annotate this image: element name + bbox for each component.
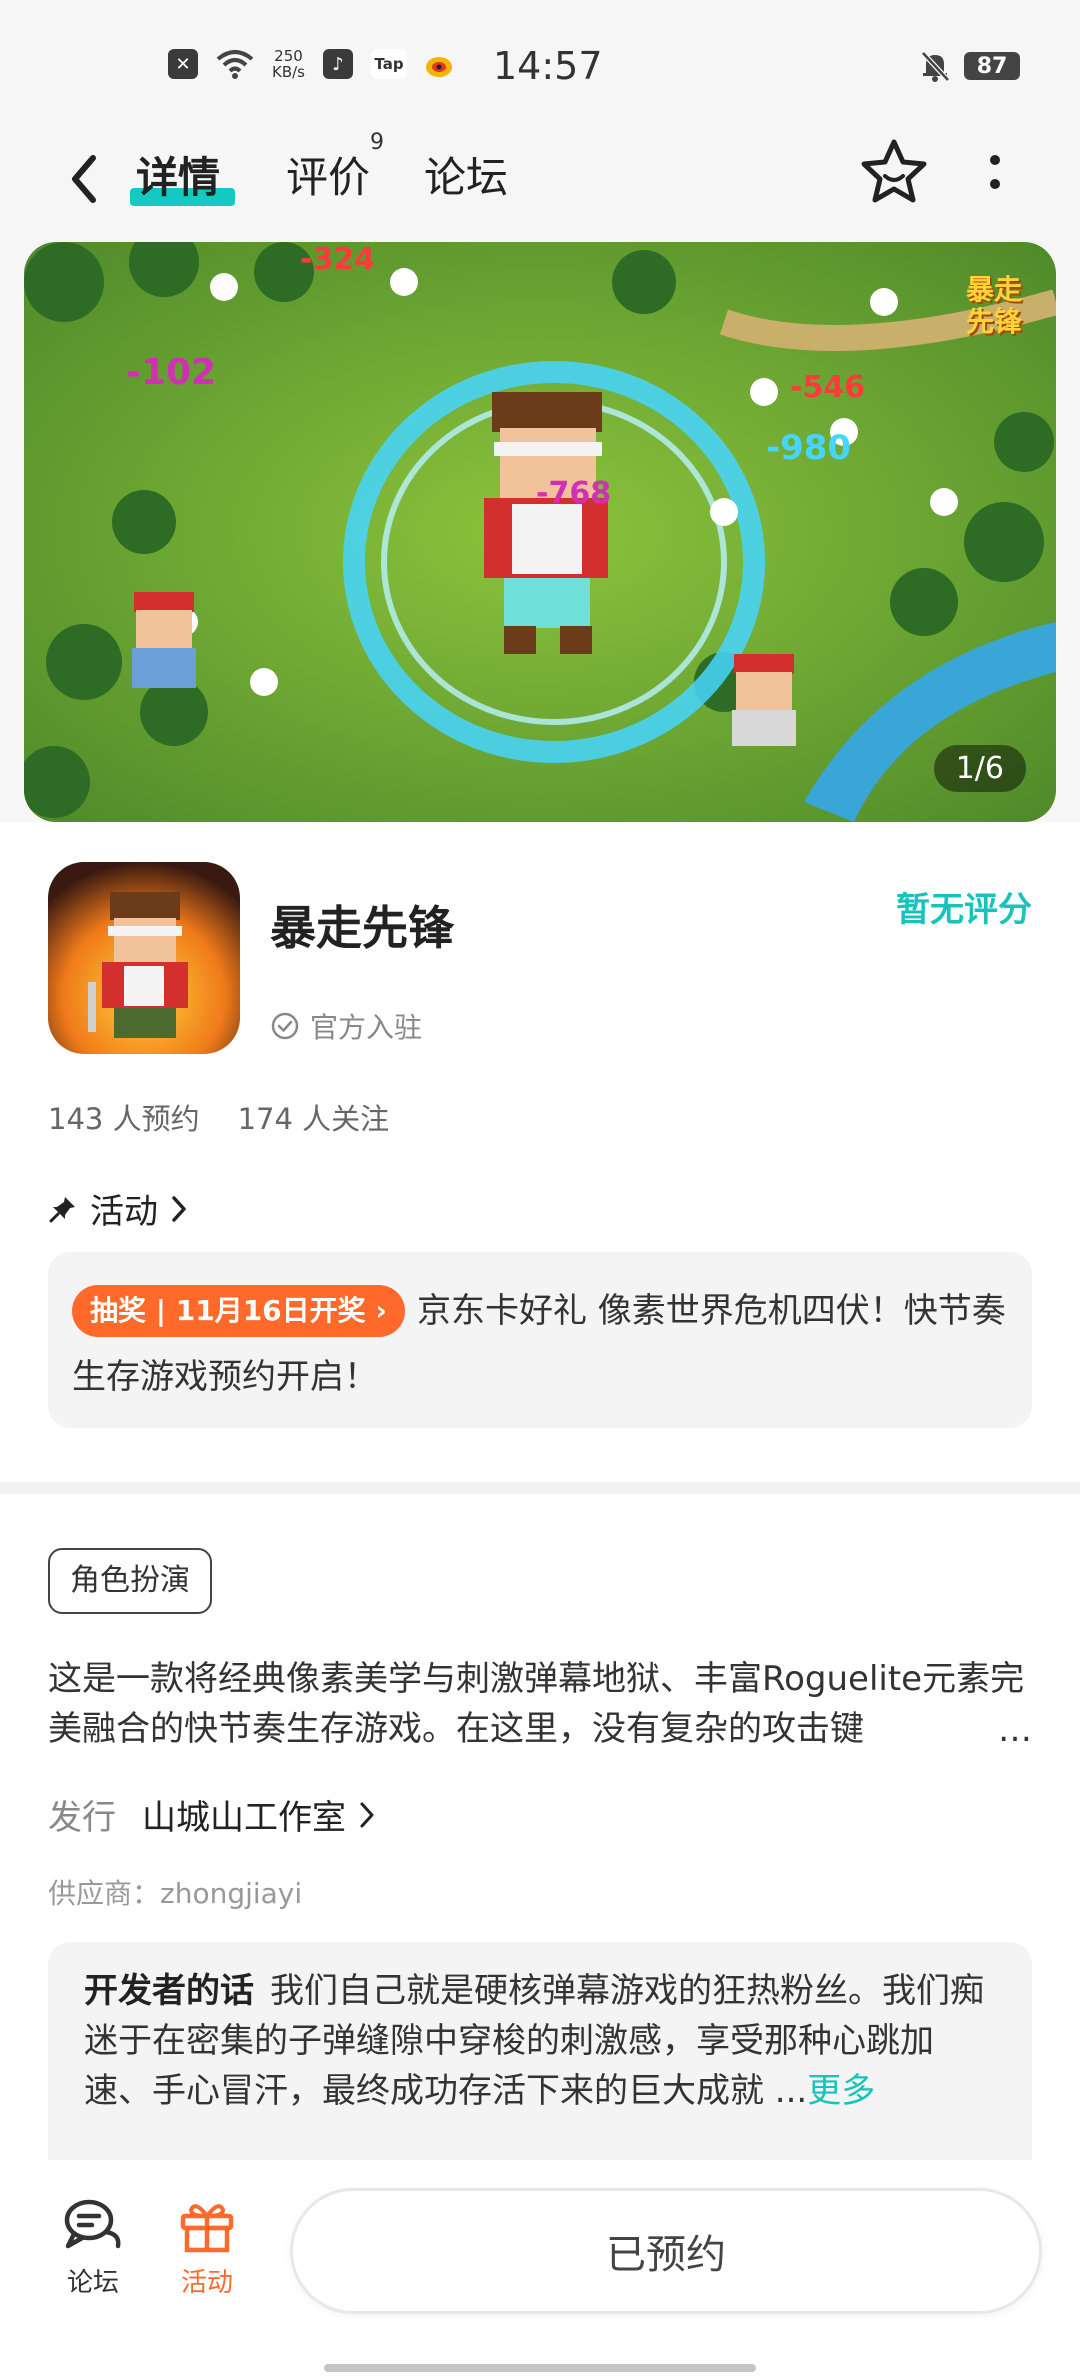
chevron-left-icon: [72, 155, 96, 203]
developer-note-more-link[interactable]: 更多: [807, 2071, 875, 2111]
game-info-section: 暴走先锋 官方入驻 暂无评分 143 人预约 174 人关注 活动 抽奖 | 1…: [0, 822, 1080, 1482]
game-logo-line: 先锋: [965, 305, 1022, 338]
more-dot-icon: [990, 179, 1000, 189]
game-logo-watermark: 暴走 先锋: [966, 274, 1022, 338]
forum-chat-icon: [64, 2199, 121, 2249]
review-count-badge: 9: [370, 130, 385, 155]
official-badge: 官方入驻: [270, 1006, 422, 1046]
activity-heading: 活动: [90, 1192, 158, 1232]
gift-icon: [180, 2204, 234, 2253]
activity-header[interactable]: 活动: [48, 1184, 188, 1233]
game-title: 暴走先锋: [270, 901, 454, 955]
wifi-icon: [216, 50, 254, 79]
game-app-icon: [48, 862, 240, 1054]
home-indicator[interactable]: [324, 2364, 756, 2372]
damage-number: -546: [790, 370, 866, 405]
back-button[interactable]: [58, 144, 110, 214]
status-right: 87: [920, 50, 1020, 82]
network-speed-value: 250: [274, 47, 303, 65]
tab-forum[interactable]: 论坛: [424, 144, 508, 205]
description-section: 角色扮演 这是一款将经典像素美学与刺激弹幕地狱、丰富Roguelite元素完美融…: [0, 1494, 1080, 2204]
bottom-activity-button[interactable]: 活动: [152, 2196, 262, 2299]
game-app-icon-art: [48, 862, 240, 1054]
more-dot-icon: [990, 155, 1000, 165]
tab-reviews-label: 评价: [286, 153, 371, 202]
screenshot-carousel[interactable]: -324 -102 -546 -980 -768 暴走 先锋 1/6: [24, 242, 1056, 822]
game-detail-page: ✕ 250 KB/s ♪ Tap 14:57 87 详情 评价 9 论坛 -32…: [0, 0, 1080, 2376]
bottom-forum-button[interactable]: 论坛: [38, 2196, 148, 2299]
tab-details-label: 详情: [136, 153, 221, 202]
bottom-forum-label: 论坛: [66, 2268, 119, 2298]
damage-number: -980: [766, 428, 852, 468]
official-label: 官方入驻: [310, 1011, 423, 1044]
activity-card[interactable]: 抽奖 | 11月16日开奖 › 京东卡好礼 像素世界危机四伏！快节奏生存游戏预约开…: [48, 1252, 1032, 1428]
lottery-tag-label: 抽奖 | 11月16日开奖: [90, 1294, 366, 1327]
chevron-right-icon: [172, 1195, 186, 1222]
section-divider: [0, 1482, 1080, 1494]
status-time: 14:57: [493, 44, 603, 88]
status-bar: ✕ 250 KB/s ♪ Tap 14:57 87: [0, 0, 1080, 130]
more-options-button[interactable]: [970, 142, 1020, 202]
top-navigation: 详情 评价 9 论坛: [0, 130, 1080, 240]
rating-text[interactable]: 暂无评分: [896, 882, 1032, 931]
carousel-counter: 1/6: [933, 745, 1026, 792]
gameplay-screenshot: [24, 242, 1056, 822]
enemy-sprite-right: [732, 654, 796, 746]
publisher-row[interactable]: 发行 山城山工作室: [48, 1790, 376, 1839]
supplier-text: 供应商：zhongjiayi: [48, 1877, 303, 1910]
follower-count: 174 人关注: [237, 1102, 390, 1136]
chevron-right-icon: ›: [375, 1294, 387, 1327]
pin-icon: [49, 1196, 75, 1222]
lottery-tag: 抽奖 | 11月16日开奖 ›: [72, 1285, 405, 1337]
tiktok-icon: ♪: [323, 49, 353, 79]
description-ellipsis: …: [994, 1705, 1032, 1755]
tab-details[interactable]: 详情: [136, 144, 220, 205]
enemy-sprite-left: [132, 592, 196, 688]
publisher-label: 发行: [48, 1798, 116, 1838]
damage-number: -324: [300, 242, 376, 277]
reserved-button[interactable]: 已预约: [290, 2188, 1042, 2314]
weibo-icon: [426, 57, 452, 77]
network-speed-unit: KB/s: [272, 63, 305, 81]
genre-tag[interactable]: 角色扮演: [48, 1548, 212, 1614]
game-logo-line: 暴走: [965, 273, 1022, 306]
game-description[interactable]: 这是一款将经典像素美学与刺激弹幕地狱、丰富Roguelite元素完美融合的快节奏…: [48, 1654, 1032, 1758]
bottom-action-bar: 论坛 活动 已预约: [0, 2160, 1080, 2376]
damage-number: -768: [536, 476, 612, 511]
damage-number: -102: [126, 352, 217, 393]
favorite-button[interactable]: [858, 136, 930, 208]
chevron-right-icon: [360, 1802, 374, 1827]
developer-note-card[interactable]: 开发者的话 我们自己就是硬核弹幕游戏的狂热粉丝。我们痴迷于在密集的子弹缝隙中穿梭的…: [48, 1942, 1032, 2182]
game-counts: 143 人预约 174 人关注: [48, 1096, 389, 1138]
network-speed: 250 KB/s: [272, 48, 305, 80]
app-close-icon: ✕: [168, 49, 198, 79]
mute-bell-icon: [921, 51, 950, 82]
status-icons: ✕ 250 KB/s ♪ Tap: [168, 48, 457, 80]
check-circle-icon: [271, 1012, 299, 1040]
battery-icon: 87: [964, 52, 1020, 80]
taptap-icon: Tap: [371, 49, 407, 79]
star-icon: [861, 139, 927, 203]
tab-forum-label: 论坛: [424, 153, 509, 202]
developer-note-label: 开发者的话: [84, 1971, 254, 2011]
bottom-activity-label: 活动: [180, 2268, 233, 2298]
reservation-count: 143 人预约: [48, 1102, 200, 1136]
publisher-name: 山城山工作室: [142, 1798, 346, 1838]
tab-reviews[interactable]: 评价 9: [286, 130, 384, 205]
